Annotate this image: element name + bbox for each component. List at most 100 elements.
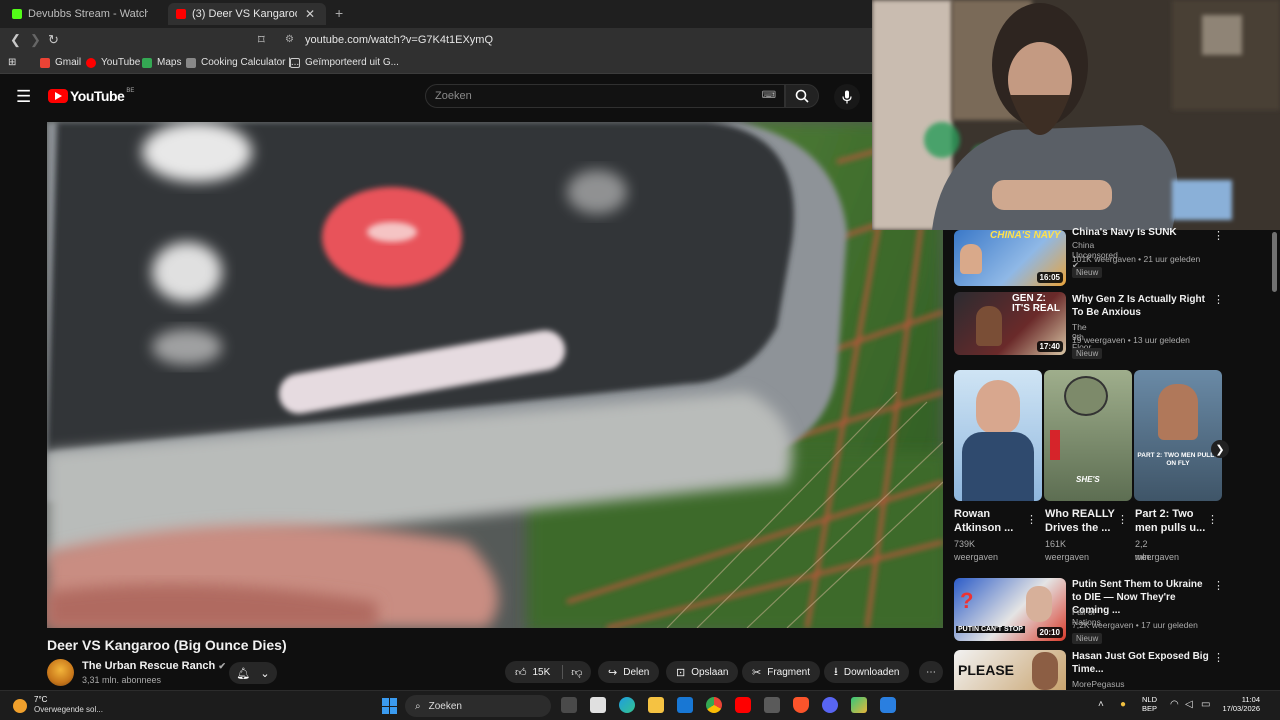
edge-browser-icon[interactable] [619,697,635,713]
calculator-icon [186,57,196,68]
search-button[interactable] [785,84,819,108]
video-thumbnail[interactable]: ? PUTIN CAN'T STOP 20:10 [954,578,1066,641]
subscriber-count: 3,31 mln. abonnees [82,675,162,685]
bookmark-cooking-calculator[interactable]: Cooking Calculator |... [186,57,299,68]
more-options-icon[interactable]: ⋮ [1213,293,1224,306]
thumbnail-text: PUTIN CAN'T STOP [956,626,1025,633]
more-options-icon[interactable]: ⋮ [1213,579,1224,592]
face-image [976,306,1002,346]
more-options-icon[interactable]: ⋮ [1213,651,1224,664]
mail-app-icon[interactable] [677,697,693,713]
menu-icon[interactable]: ☰ [16,87,31,107]
dislike-button[interactable]: 👎︎ [571,666,582,679]
clock[interactable]: 11:04 17/03/2026 [1220,695,1260,713]
microphone-icon [842,90,852,104]
more-options-icon[interactable]: ⋮ [1213,229,1224,242]
more-options-icon[interactable]: ⋮ [1026,513,1037,526]
forward-icon[interactable]: ❯ [30,32,41,48]
channel-name[interactable]: The Urban Rescue Ranch ✔ [82,660,226,672]
short-thumbnail[interactable] [954,370,1042,501]
back-icon[interactable]: ❮ [10,32,21,48]
voice-search-button[interactable] [834,84,860,110]
volume-icon[interactable]: ◁ [1185,699,1193,710]
more-options-icon[interactable]: ⋮ [1207,513,1218,526]
new-badge: Nieuw [1072,348,1103,359]
battery-icon[interactable]: ▭ [1201,699,1210,710]
close-tab-icon[interactable]: ✕ [305,7,315,21]
calculator-app-icon[interactable] [764,697,780,713]
tab-title: (3) Deer VS Kangaroo (Big O [192,8,297,20]
bookmark-imported-folder[interactable]: Geïmporteerd uit G... [290,57,399,68]
discord-app-icon[interactable] [822,697,838,713]
task-view-icon[interactable] [561,697,577,713]
more-actions-button[interactable]: ⋯ [919,661,943,683]
kick-favicon-icon [12,9,22,19]
search-icon: ⌕ [415,700,421,712]
youtube-play-icon [48,89,68,103]
windows-start-icon[interactable] [382,698,398,714]
new-tab-icon[interactable]: + [335,5,343,21]
address-bar[interactable]: youtube.com/watch?v=G7K4t1EXymQ [305,34,493,46]
language-indicator[interactable]: NLD BEP [1142,695,1157,713]
video-title[interactable]: Hasan Just Got Exposed Big Time... [1072,650,1212,676]
tab-devubbs-stream[interactable]: Devubbs Stream - Watch Live on [4,3,164,25]
like-button[interactable]: 👍︎ [515,666,527,679]
youtube-logo[interactable]: YouTube BE [48,88,134,104]
file-explorer-icon[interactable] [648,697,664,713]
search-input[interactable] [435,90,735,102]
youtube-app-icon[interactable] [735,697,751,713]
weather-description[interactable]: Overwegende sol... [34,705,103,714]
video-title[interactable]: Why Gen Z Is Actually Right To Be Anxiou… [1072,293,1212,319]
notifications-button[interactable]: 🔔︎ ⌄ [229,662,277,684]
short-views-label: weergaven [1045,552,1090,562]
chevron-up-icon[interactable]: ˄ [1098,699,1104,710]
video-title[interactable]: China's Navy Is SUNK [1072,226,1207,239]
video-thumbnail[interactable]: CHINA'S NAVY 16:05 [954,230,1066,286]
video-meta: 101K weergaven • 21 uur geleden [1072,254,1201,264]
bookmarks-bar: ⊞ Gmail YouTube Maps Cooking Calculator … [0,52,872,74]
brave-browser-icon[interactable] [793,697,809,713]
browser-tab-bar: Devubbs Stream - Watch Live on (3) Deer … [0,0,872,28]
taskbar-search[interactable]: ⌕ Zoeken [405,695,551,717]
short-views-label: weergaven [1135,552,1180,562]
sidebar-scrollbar[interactable] [1272,232,1277,292]
chevron-right-icon[interactable]: ❯ [1211,440,1229,458]
calendar-app-icon[interactable] [590,697,606,713]
share-button[interactable]: ↪ Delen [598,661,660,683]
bookmark-gmail[interactable]: Gmail [40,57,81,68]
wifi-icon[interactable]: ◠ [1170,699,1179,710]
apps-grid-icon[interactable]: ⊞ [8,57,16,68]
short-thumbnail[interactable]: PART 2: TWO MEN PULLS ON FLY [1134,370,1222,501]
clip-button[interactable]: ✂ Fragment [742,661,821,683]
site-info-icon[interactable]: ⚙ [285,34,294,45]
chrome-browser-icon[interactable] [706,697,722,713]
short-title[interactable]: Who REALLY Drives the ... [1045,507,1117,535]
video-thumbnail[interactable]: PLEASE [954,650,1066,690]
bookmark-maps[interactable]: Maps [142,57,181,68]
game-app-icon[interactable] [851,697,867,713]
like-dislike-group: 👍︎ 15K 👎︎ [505,661,591,683]
reload-icon[interactable]: ↻ [48,32,59,48]
bookmark-icon: ⊡ [676,666,686,679]
tab-youtube-video[interactable]: (3) Deer VS Kangaroo (Big O ✕ [168,3,326,25]
short-title[interactable]: Rowan Atkinson ... [954,507,1026,535]
more-options-icon[interactable]: ⋮ [1117,513,1128,526]
short-title[interactable]: Part 2: Two men pulls u... [1135,507,1207,535]
bookmark-page-icon[interactable]: ⌑ [258,32,265,48]
keyboard-icon[interactable]: ⌨ [762,90,776,101]
save-button[interactable]: ⊡ Opslaan [666,661,739,683]
microphone-tray-icon[interactable]: ● [1120,699,1126,710]
bookmark-youtube[interactable]: YouTube [86,57,140,68]
gmail-icon [40,57,50,68]
maps-icon [142,57,152,68]
youtube-icon [86,57,96,68]
weather-sun-icon[interactable] [13,699,27,713]
channel-avatar[interactable] [47,659,74,686]
blue-app-icon[interactable] [880,697,896,713]
video-thumbnail[interactable]: GEN Z: IT'S REAL 17:40 [954,292,1066,355]
video-player[interactable] [47,122,943,628]
download-button[interactable]: ⭳ Downloaden [824,661,910,683]
new-badge: Nieuw [1072,633,1103,644]
weather-temperature[interactable]: 7°C [34,695,47,704]
short-thumbnail[interactable]: SHE'S [1044,370,1132,501]
